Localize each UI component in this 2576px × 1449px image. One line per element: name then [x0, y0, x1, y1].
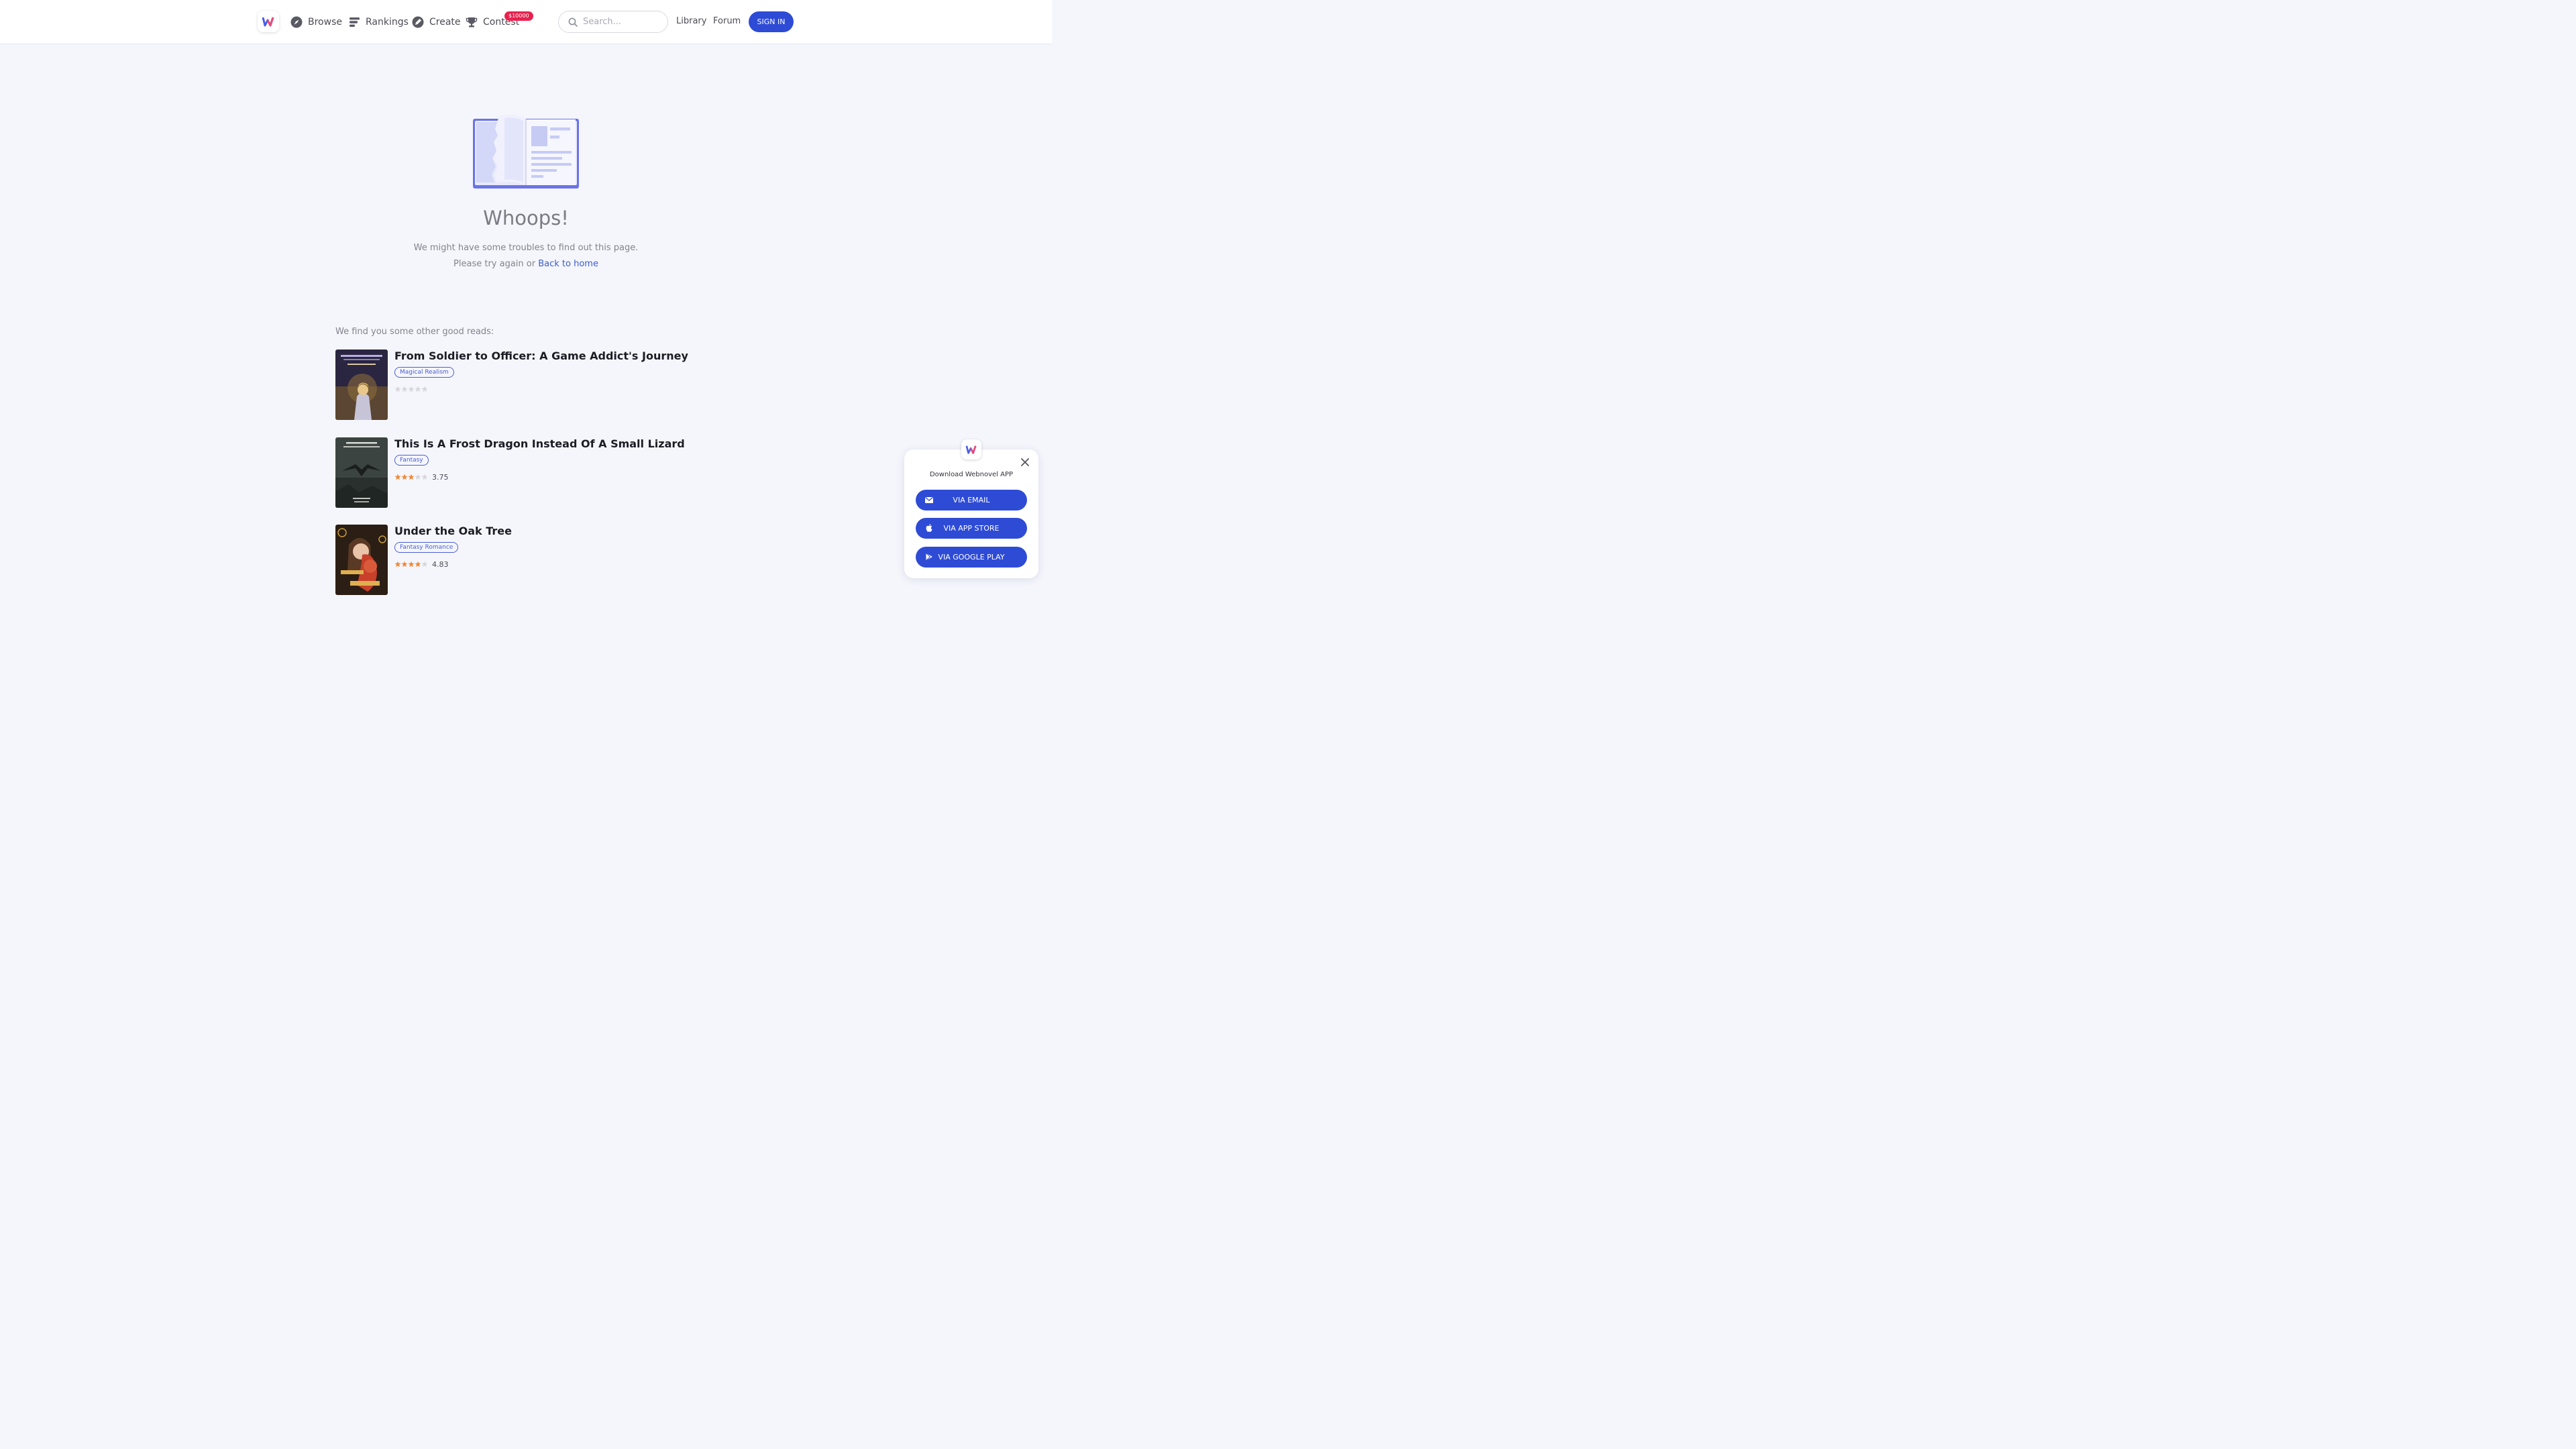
google-play-icon [926, 553, 932, 561]
webnovel-logo[interactable] [258, 11, 279, 32]
book-cover[interactable] [335, 350, 388, 420]
star-icon [401, 561, 408, 568]
google-play-button-label: VIA GOOGLE PLAY [938, 553, 1005, 561]
book-title[interactable]: From Soldier to Officer: A Game Addict's… [394, 350, 688, 362]
download-via-app-store-button[interactable]: VIA APP STORE [916, 518, 1027, 539]
book-cover-art [335, 437, 388, 508]
contest-prize-badge: $10000 [504, 11, 533, 21]
apple-icon [926, 524, 932, 532]
search-icon [568, 17, 578, 27]
genre-tag[interactable]: Fantasy Romance [394, 542, 459, 553]
star-rating [394, 561, 428, 568]
star-icon [421, 474, 428, 480]
star-icon [415, 561, 421, 568]
book-cover-art [335, 525, 388, 595]
star-icon [408, 386, 415, 392]
genre-tag[interactable]: Magical Realism [394, 367, 454, 378]
book-cover[interactable] [335, 437, 388, 508]
email-icon [925, 496, 933, 503]
compass-icon [290, 16, 303, 28]
book-rating: 3.75 [394, 472, 449, 482]
close-icon[interactable] [1020, 457, 1030, 468]
book-rating: 4.83 [394, 559, 449, 569]
star-icon [415, 386, 421, 392]
error-title: Whoops! [483, 207, 569, 229]
webnovel-logo-icon [262, 17, 274, 27]
book-title[interactable]: This Is A Frost Dragon Instead Of A Smal… [394, 437, 685, 450]
nav-rankings-label: Rankings [366, 17, 409, 28]
pen-icon [412, 16, 424, 28]
error-message: We might have some troubles to find out … [413, 243, 639, 253]
search-box[interactable] [558, 11, 668, 33]
download-via-email-button[interactable]: VIA EMAIL [916, 490, 1027, 511]
book-item[interactable]: From Soldier to Officer: A Game Addict's… [335, 350, 711, 420]
book-cover-art [335, 350, 388, 420]
nav-browse[interactable]: Browse [290, 15, 342, 30]
library-link[interactable]: Library [676, 16, 706, 26]
rating-value: 3.75 [432, 472, 449, 482]
book-title[interactable]: Under the Oak Tree [394, 525, 512, 537]
book-cover[interactable] [335, 525, 388, 595]
error-retry-line: Please try again or Back to home [0, 259, 1052, 269]
star-icon [401, 474, 408, 480]
email-button-label: VIA EMAIL [953, 496, 990, 504]
star-icon [408, 474, 415, 480]
star-icon [421, 386, 428, 392]
app-store-button-label: VIA APP STORE [943, 524, 1000, 533]
search-input[interactable] [583, 17, 657, 27]
sign-in-button[interactable]: SIGN IN [749, 11, 794, 32]
forum-link[interactable]: Forum [713, 16, 741, 26]
book-item[interactable]: Under the Oak Tree Fantasy Romance 4.83 [335, 525, 711, 595]
trophy-icon [466, 17, 478, 28]
retry-text: Please try again or [453, 259, 536, 269]
star-icon [401, 386, 408, 392]
book-rating [394, 384, 432, 394]
nav-create-label: Create [429, 17, 461, 28]
star-rating [394, 474, 428, 480]
star-icon [394, 561, 401, 568]
back-to-home-link[interactable]: Back to home [538, 259, 598, 269]
star-icon [394, 474, 401, 480]
open-book-illustration [473, 114, 579, 189]
star-icon [394, 386, 401, 392]
rating-value: 4.83 [432, 559, 449, 569]
star-icon [421, 561, 428, 568]
book-item[interactable]: This Is A Frost Dragon Instead Of A Smal… [335, 437, 711, 508]
star-rating [394, 386, 428, 392]
webnovel-logo-icon [965, 445, 977, 454]
popup-logo [961, 439, 981, 460]
star-icon [415, 474, 421, 480]
nav-rankings[interactable]: Rankings [349, 15, 409, 30]
star-icon [408, 561, 415, 568]
rankings-icon [350, 17, 360, 27]
popup-title: Download Webnovel APP [929, 471, 1014, 478]
nav-browse-label: Browse [308, 17, 342, 28]
download-via-google-play-button[interactable]: VIA GOOGLE PLAY [916, 547, 1027, 568]
top-header: Browse Rankings Create Contest $10000 Se… [0, 0, 1052, 44]
genre-tag[interactable]: Fantasy [394, 455, 429, 466]
nav-create[interactable]: Create [412, 15, 461, 30]
recommendations-heading: We find you some other good reads: [335, 327, 494, 337]
